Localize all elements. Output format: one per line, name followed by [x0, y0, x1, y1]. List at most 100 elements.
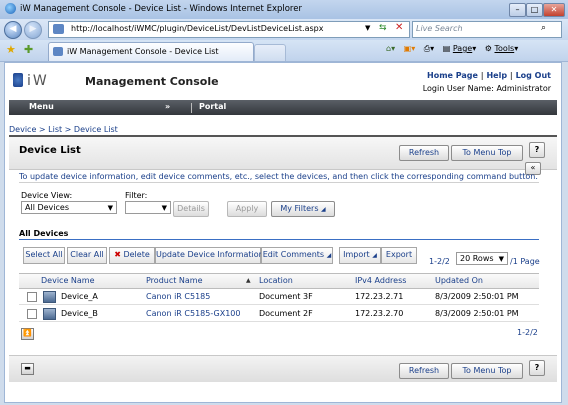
- print-icon[interactable]: ⎙▾: [424, 44, 434, 53]
- ipv4-address: 172.23.2.71: [355, 292, 404, 301]
- updated-on: 8/3/2009 2:50:01 PM: [435, 292, 519, 301]
- table-row[interactable]: Device_B Canon iR C5185-GX100 Document 2…: [19, 306, 539, 322]
- my-filters-label: My Filters: [280, 204, 319, 213]
- update-device-info-button[interactable]: Update Device Information: [155, 247, 264, 264]
- delete-label: Delete: [123, 250, 150, 259]
- divider: [19, 182, 539, 183]
- ie-icon: [5, 3, 16, 14]
- minimize-button[interactable]: –: [509, 3, 526, 17]
- filter-label: Filter:: [125, 191, 148, 200]
- window-title: iW Management Console - Device List - Wi…: [20, 4, 302, 14]
- row-checkbox[interactable]: [27, 292, 37, 302]
- search-icon[interactable]: ⌕: [541, 23, 546, 33]
- row-checkbox[interactable]: [27, 309, 37, 319]
- help-link[interactable]: Help: [486, 71, 507, 80]
- rows-per-page-select[interactable]: 20 Rows ▼: [456, 252, 508, 265]
- instruction-text: To update device information, edit devic…: [19, 172, 538, 181]
- back-button[interactable]: ◀: [4, 21, 22, 39]
- product-name-link[interactable]: Canon iR C5185-GX100: [146, 309, 240, 318]
- section-title: All Devices: [19, 229, 69, 238]
- refresh-icon[interactable]: ⇆: [379, 23, 387, 33]
- delete-button[interactable]: ✖ Delete: [109, 247, 155, 264]
- updated-on: 8/3/2009 2:50:01 PM: [435, 309, 519, 318]
- tab-title: iW Management Console - Device List: [67, 47, 219, 56]
- col-product-name[interactable]: Product Name: [146, 276, 203, 285]
- table-row[interactable]: Device_A Canon iR C5185 Document 3F 172.…: [19, 289, 539, 305]
- device-view-label: Device View:: [21, 191, 73, 200]
- col-location[interactable]: Location: [259, 276, 293, 285]
- my-filters-button[interactable]: My Filters ◢: [271, 201, 335, 217]
- url-text: http://localhost/iWMC/plugin/DeviceList/…: [71, 24, 324, 33]
- filter-select[interactable]: ▼: [125, 201, 171, 214]
- device-name: Device_B: [61, 309, 98, 318]
- import-label: Import: [343, 250, 370, 259]
- window-title-bar: iW Management Console - Device List - Wi…: [0, 0, 568, 20]
- close-window-button[interactable]: ✕: [543, 3, 565, 17]
- chevron-down-icon: ◢: [321, 206, 326, 213]
- edit-comments-button[interactable]: Edit Comments ◢: [261, 247, 333, 264]
- search-input[interactable]: Live Search ⌕: [412, 21, 562, 38]
- export-button[interactable]: Export: [381, 247, 417, 264]
- collapse-panel-button[interactable]: ▬: [21, 363, 34, 375]
- menu-bar: Menu » Portal: [9, 100, 557, 115]
- stop-icon[interactable]: ✕: [395, 22, 403, 33]
- home-page-link[interactable]: Home Page: [427, 71, 478, 80]
- login-user-name: Login User Name: Administrator: [422, 84, 551, 93]
- favorites-star-icon[interactable]: ★: [6, 43, 16, 56]
- scroll-top-button[interactable]: ⏫: [21, 328, 34, 340]
- chevron-down-icon: ▼: [498, 255, 504, 263]
- forward-button[interactable]: ▶: [24, 21, 42, 39]
- chevron-down-icon: ▼: [161, 204, 167, 212]
- bottom-to-menu-top-button[interactable]: To Menu Top: [451, 363, 523, 379]
- page-content: iW Management Console Home Page | Help |…: [4, 62, 562, 403]
- delete-icon: ✖: [114, 250, 121, 259]
- refresh-button[interactable]: Refresh: [399, 145, 449, 161]
- bottom-help-button[interactable]: ?: [529, 360, 545, 376]
- top-links: Home Page | Help | Log Out: [427, 71, 551, 80]
- page-menu[interactable]: ▤ Page▾: [443, 44, 477, 53]
- logout-link[interactable]: Log Out: [516, 71, 551, 80]
- dropdown-arrow-icon[interactable]: ▼: [365, 24, 370, 32]
- apply-button[interactable]: Apply: [227, 201, 267, 217]
- location: Document 2F: [259, 309, 313, 318]
- portal-link[interactable]: Portal: [199, 102, 226, 111]
- page-title: Device List: [19, 145, 81, 156]
- table-header: Device Name Product Name ▲ Location IPv4…: [19, 273, 539, 289]
- maximize-button[interactable]: □: [526, 3, 543, 17]
- col-ipv4[interactable]: IPv4 Address: [355, 276, 406, 285]
- bottom-refresh-button[interactable]: Refresh: [399, 363, 449, 379]
- to-menu-top-button[interactable]: To Menu Top: [451, 145, 523, 161]
- page-icon: [53, 47, 63, 56]
- panel-header: Device List Refresh To Menu Top ?: [9, 135, 557, 170]
- page-icon: [53, 24, 64, 34]
- clear-all-button[interactable]: Clear All: [67, 247, 107, 264]
- tab-row: ★ ✚ iW Management Console - Device List …: [0, 40, 568, 62]
- new-tab-button[interactable]: [254, 44, 286, 61]
- device-icon: [43, 308, 56, 320]
- menu-collapse-icon[interactable]: »: [165, 102, 170, 111]
- tab-device-list[interactable]: iW Management Console - Device List: [48, 42, 254, 61]
- add-favorites-icon[interactable]: ✚: [24, 43, 33, 56]
- breadcrumb[interactable]: Device > List > Device List: [9, 125, 118, 134]
- home-icon[interactable]: ⌂▾: [386, 44, 395, 53]
- product-name-link[interactable]: Canon iR C5185: [146, 292, 210, 301]
- details-button[interactable]: Details: [173, 201, 209, 217]
- search-placeholder: Live Search: [416, 24, 463, 33]
- sort-asc-icon[interactable]: ▲: [246, 277, 251, 284]
- help-button[interactable]: ?: [529, 142, 545, 158]
- bottom-bar: ▬ Refresh To Menu Top ?: [9, 355, 557, 382]
- device-view-select[interactable]: All Devices ▼: [21, 201, 117, 214]
- address-input[interactable]: http://localhost/iWMC/plugin/DeviceList/…: [48, 21, 410, 38]
- menu-button[interactable]: Menu: [29, 102, 54, 111]
- app-name: Management Console: [85, 75, 219, 88]
- logo-icon: [13, 73, 23, 87]
- select-all-button[interactable]: Select All: [23, 247, 65, 264]
- rows-per-page-value: 20 Rows: [460, 254, 494, 263]
- feeds-icon[interactable]: ▣▾: [404, 44, 416, 53]
- col-updated-on[interactable]: Updated On: [435, 276, 483, 285]
- command-bar: ⌂▾ ▣▾ ⎙▾ ▤ Page▾ ⚙ Tools▾: [386, 44, 518, 54]
- col-device-name[interactable]: Device Name: [41, 276, 95, 285]
- page-count: /1 Page: [510, 257, 540, 266]
- import-button[interactable]: Import ◢: [339, 247, 381, 264]
- tools-menu[interactable]: ⚙ Tools▾: [485, 44, 518, 53]
